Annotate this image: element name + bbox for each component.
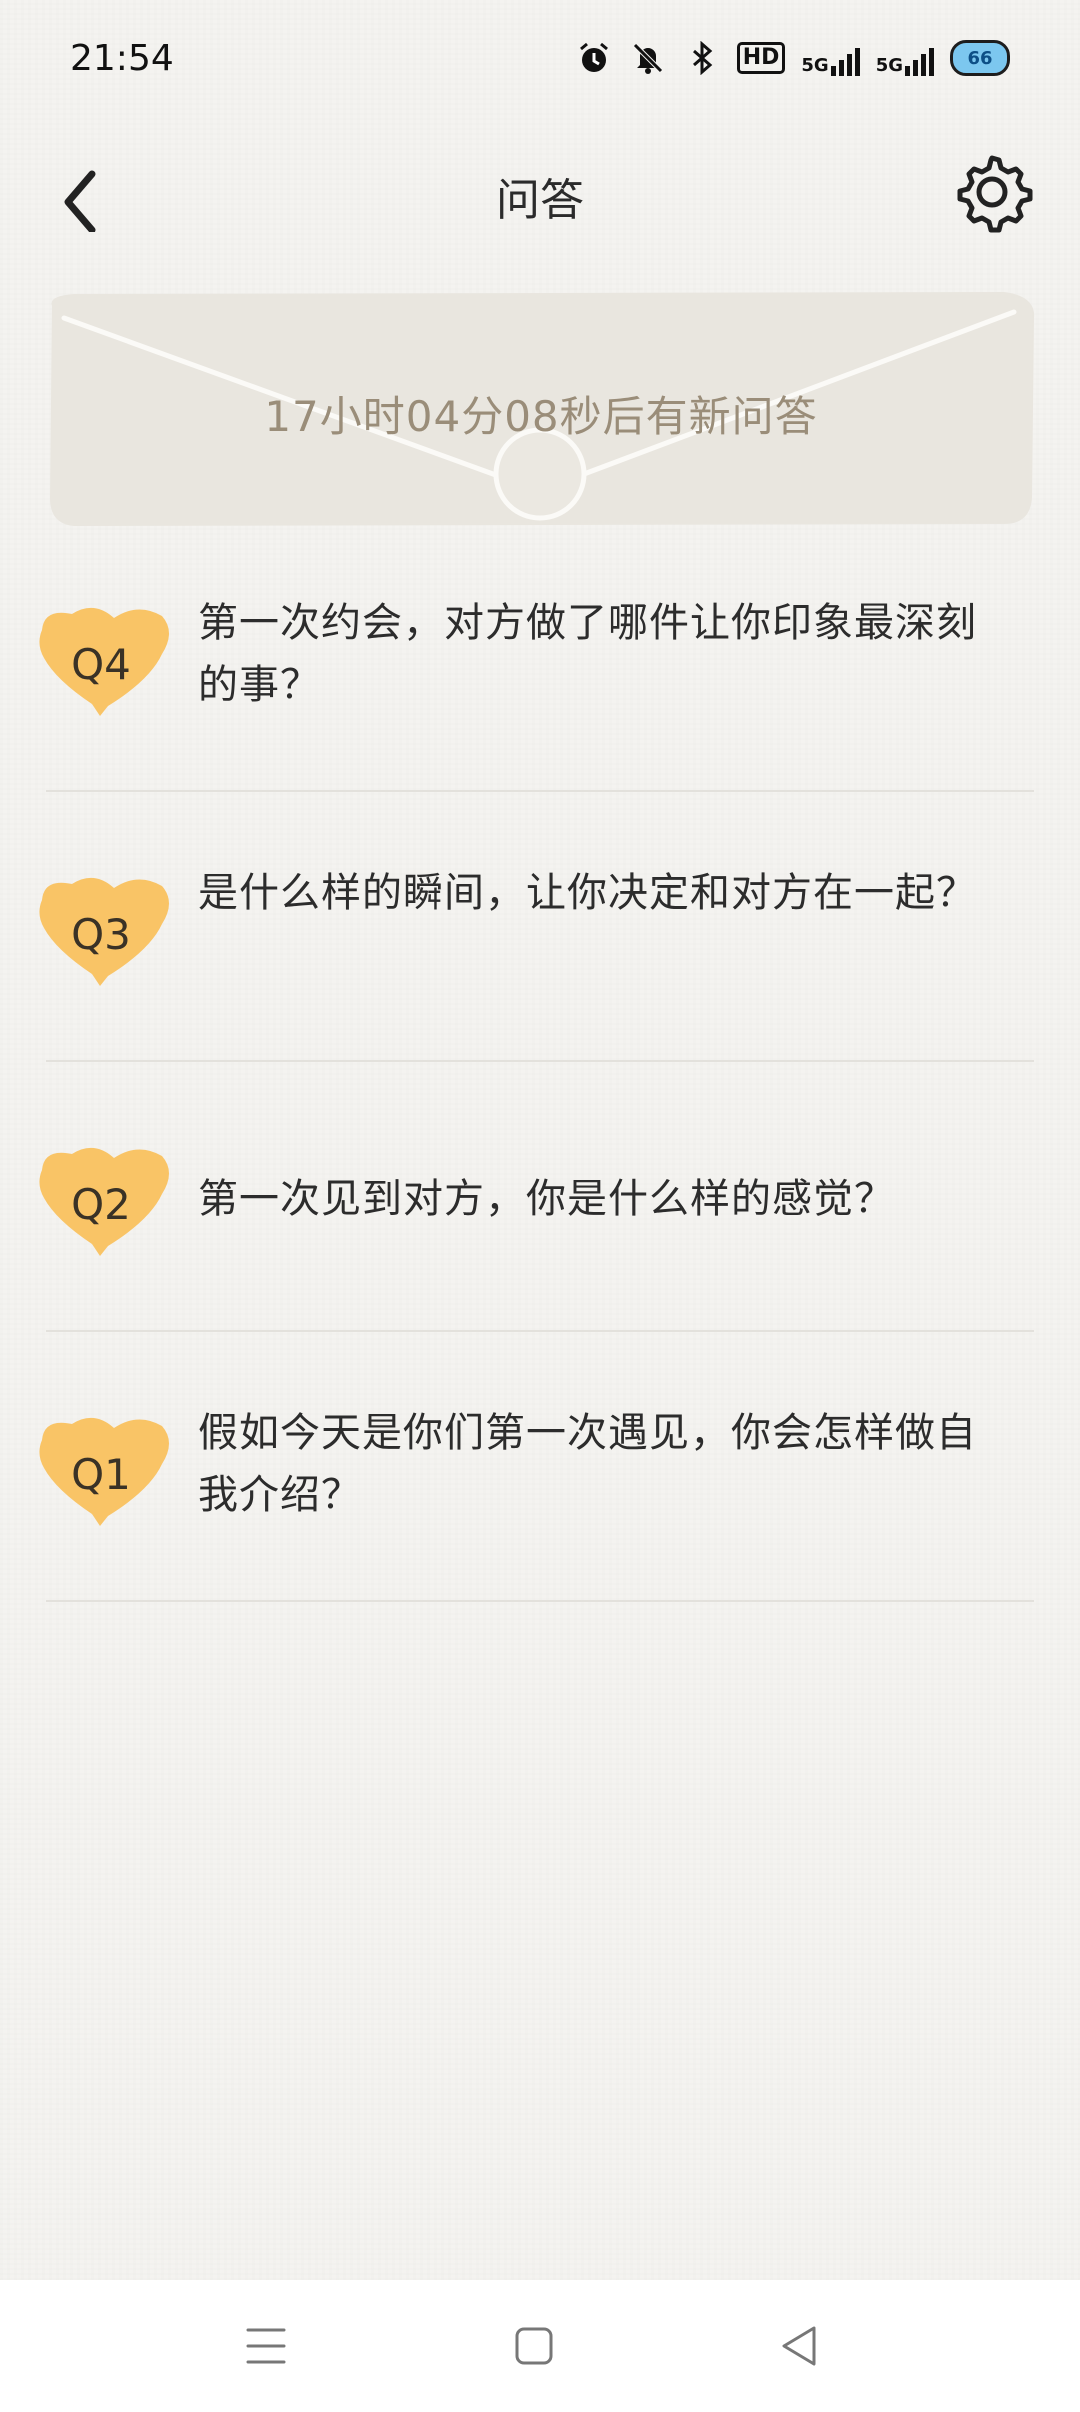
status-icons: HD 5G 5G 66 <box>575 40 1010 76</box>
header: 问答 <box>0 140 1080 250</box>
status-time: 21:54 <box>70 38 174 79</box>
countdown-card: 17小时04分08秒后有新问答 <box>44 288 1038 532</box>
system-nav-bar <box>0 2280 1080 2412</box>
mute-bell-icon <box>629 41 667 75</box>
network-type-1: 5G <box>801 55 829 76</box>
divider <box>46 1060 1034 1062</box>
battery-icon: 66 <box>950 40 1010 76</box>
gear-icon <box>957 155 1033 233</box>
question-item-q4[interactable]: Q4 第一次约会，对方做了哪件让你印象最深刻的事？ <box>0 570 1080 840</box>
question-text: 第一次约会，对方做了哪件让你印象最深刻的事？ <box>198 600 977 708</box>
bluetooth-icon <box>683 41 721 75</box>
back-nav-button[interactable] <box>770 2316 830 2376</box>
question-label: Q3 <box>71 910 131 959</box>
question-label: Q2 <box>71 1180 131 1229</box>
question-label: Q4 <box>71 640 131 689</box>
countdown-text: 17小时04分08秒后有新问答 <box>264 392 818 441</box>
signal-bars-icon <box>905 46 934 76</box>
signal-bars-icon <box>830 46 860 76</box>
divider <box>46 790 1034 792</box>
recents-button[interactable] <box>236 2316 296 2376</box>
q-badge: Q1 <box>34 1412 176 1528</box>
signal-2: 5G <box>876 40 934 76</box>
square-home-icon <box>515 2327 553 2365</box>
q-badge: Q4 <box>34 602 176 718</box>
question-text: 假如今天是你们第一次遇见，你会怎样做自我介绍？ <box>198 1410 977 1518</box>
alarm-icon <box>575 41 613 75</box>
settings-button[interactable] <box>950 150 1034 234</box>
divider <box>46 1330 1034 1332</box>
network-type-2: 5G <box>875 55 903 76</box>
page-title: 问答 <box>496 175 584 226</box>
menu-lines-icon <box>246 2328 286 2364</box>
battery-level: 66 <box>967 47 993 69</box>
hd-badge: HD <box>736 42 786 74</box>
status-bar: 21:54 HD 5G 5G 66 <box>0 0 1080 110</box>
q-badge: Q2 <box>34 1142 176 1258</box>
question-label: Q1 <box>71 1450 131 1499</box>
q-badge: Q3 <box>34 872 176 988</box>
question-text: 第一次见到对方，你是什么样的感觉？ <box>198 1176 895 1222</box>
home-button[interactable] <box>504 2316 564 2376</box>
question-text: 是什么样的瞬间，让你决定和对方在一起？ <box>198 870 977 916</box>
triangle-back-icon <box>782 2326 816 2366</box>
question-item-q2[interactable]: Q2 第一次见到对方，你是什么样的感觉？ <box>0 1110 1080 1380</box>
divider <box>46 1600 1034 1602</box>
signal-1: 5G <box>801 40 860 76</box>
question-item-q3[interactable]: Q3 是什么样的瞬间，让你决定和对方在一起？ <box>0 840 1080 1110</box>
question-item-q1[interactable]: Q1 假如今天是你们第一次遇见，你会怎样做自我介绍？ <box>0 1380 1080 1650</box>
